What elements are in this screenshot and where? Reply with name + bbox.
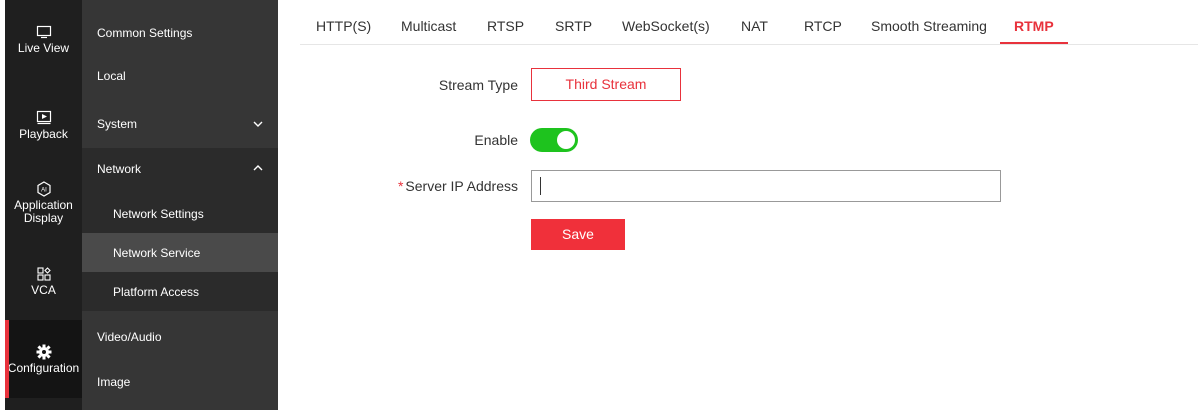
- tab-https[interactable]: HTTP(S): [316, 0, 371, 44]
- menu-system[interactable]: System: [82, 104, 278, 143]
- menu-image[interactable]: Image: [82, 362, 278, 401]
- toggle-knob: [557, 131, 575, 149]
- menu-platform-access[interactable]: Platform Access: [82, 272, 278, 311]
- vca-grid-icon: [36, 266, 51, 282]
- save-button[interactable]: Save: [531, 219, 625, 250]
- nav-label: Playback: [19, 126, 68, 141]
- menu-local[interactable]: Local: [82, 56, 278, 95]
- tab-smooth-streaming[interactable]: Smooth Streaming: [871, 0, 987, 44]
- stream-type-label: Stream Type: [438, 77, 518, 93]
- server-ip-label: * Server IP Address: [298, 178, 518, 194]
- monitor-icon: [36, 24, 52, 40]
- svg-text:AI: AI: [41, 188, 47, 194]
- text-caret: [540, 177, 541, 195]
- menu-common-settings[interactable]: Common Settings: [82, 13, 278, 52]
- tab-multicast[interactable]: Multicast: [401, 0, 456, 44]
- chevron-up-icon: [252, 162, 264, 177]
- menu-label: Network Service: [113, 245, 201, 260]
- tab-rtcp[interactable]: RTCP: [804, 0, 842, 44]
- tab-websockets[interactable]: WebSocket(s): [622, 0, 710, 44]
- nav-label: Live View: [17, 40, 70, 55]
- server-ip-input[interactable]: [531, 170, 1001, 202]
- menu-network-settings[interactable]: Network Settings: [82, 194, 278, 233]
- tab-nat[interactable]: NAT: [741, 0, 768, 44]
- nav-label: Configuration: [7, 360, 80, 375]
- nav-live-view[interactable]: Live View: [5, 0, 82, 78]
- nav-playback[interactable]: Playback: [5, 86, 82, 164]
- menu-label: Network: [97, 162, 142, 176]
- ai-icon: AI: [36, 181, 52, 197]
- tab-srtp[interactable]: SRTP: [555, 0, 592, 44]
- menu-label: System: [97, 116, 138, 131]
- tab-rtmp[interactable]: RTMP: [1000, 0, 1068, 44]
- protocol-tabs: HTTP(S) Multicast RTSP SRTP WebSocket(s)…: [300, 0, 1198, 45]
- menu-label: Common Settings: [97, 25, 193, 40]
- server-ip-label-text: Server IP Address: [405, 178, 518, 194]
- tab-rtsp[interactable]: RTSP: [487, 0, 524, 44]
- nav-application-display[interactable]: AI Application Display: [5, 164, 82, 242]
- playback-icon: [36, 110, 52, 126]
- enable-label: Enable: [474, 132, 518, 148]
- menu-label: Network Settings: [113, 206, 204, 221]
- required-mark: *: [397, 178, 404, 194]
- nav-label: VCA: [31, 282, 56, 297]
- nav-configuration[interactable]: Configuration: [5, 320, 82, 398]
- gear-icon: [36, 344, 52, 360]
- config-menu: Common Settings Local System Network Net…: [82, 0, 278, 410]
- menu-video-audio[interactable]: Video/Audio: [82, 317, 278, 356]
- menu-label: Local: [97, 68, 126, 83]
- menu-network[interactable]: Network: [82, 148, 278, 194]
- enable-toggle[interactable]: [530, 128, 578, 152]
- menu-label: Video/Audio: [97, 329, 162, 344]
- main-nav-rail: Live View Playback AI Application Displa…: [5, 0, 82, 410]
- menu-label: Image: [97, 374, 131, 389]
- chevron-down-icon: [252, 118, 264, 133]
- nav-label: Application Display: [14, 198, 73, 225]
- stream-type-button[interactable]: Third Stream: [531, 68, 681, 101]
- menu-label: Platform Access: [113, 284, 200, 299]
- menu-network-service[interactable]: Network Service: [82, 233, 278, 272]
- nav-vca[interactable]: VCA: [5, 242, 82, 320]
